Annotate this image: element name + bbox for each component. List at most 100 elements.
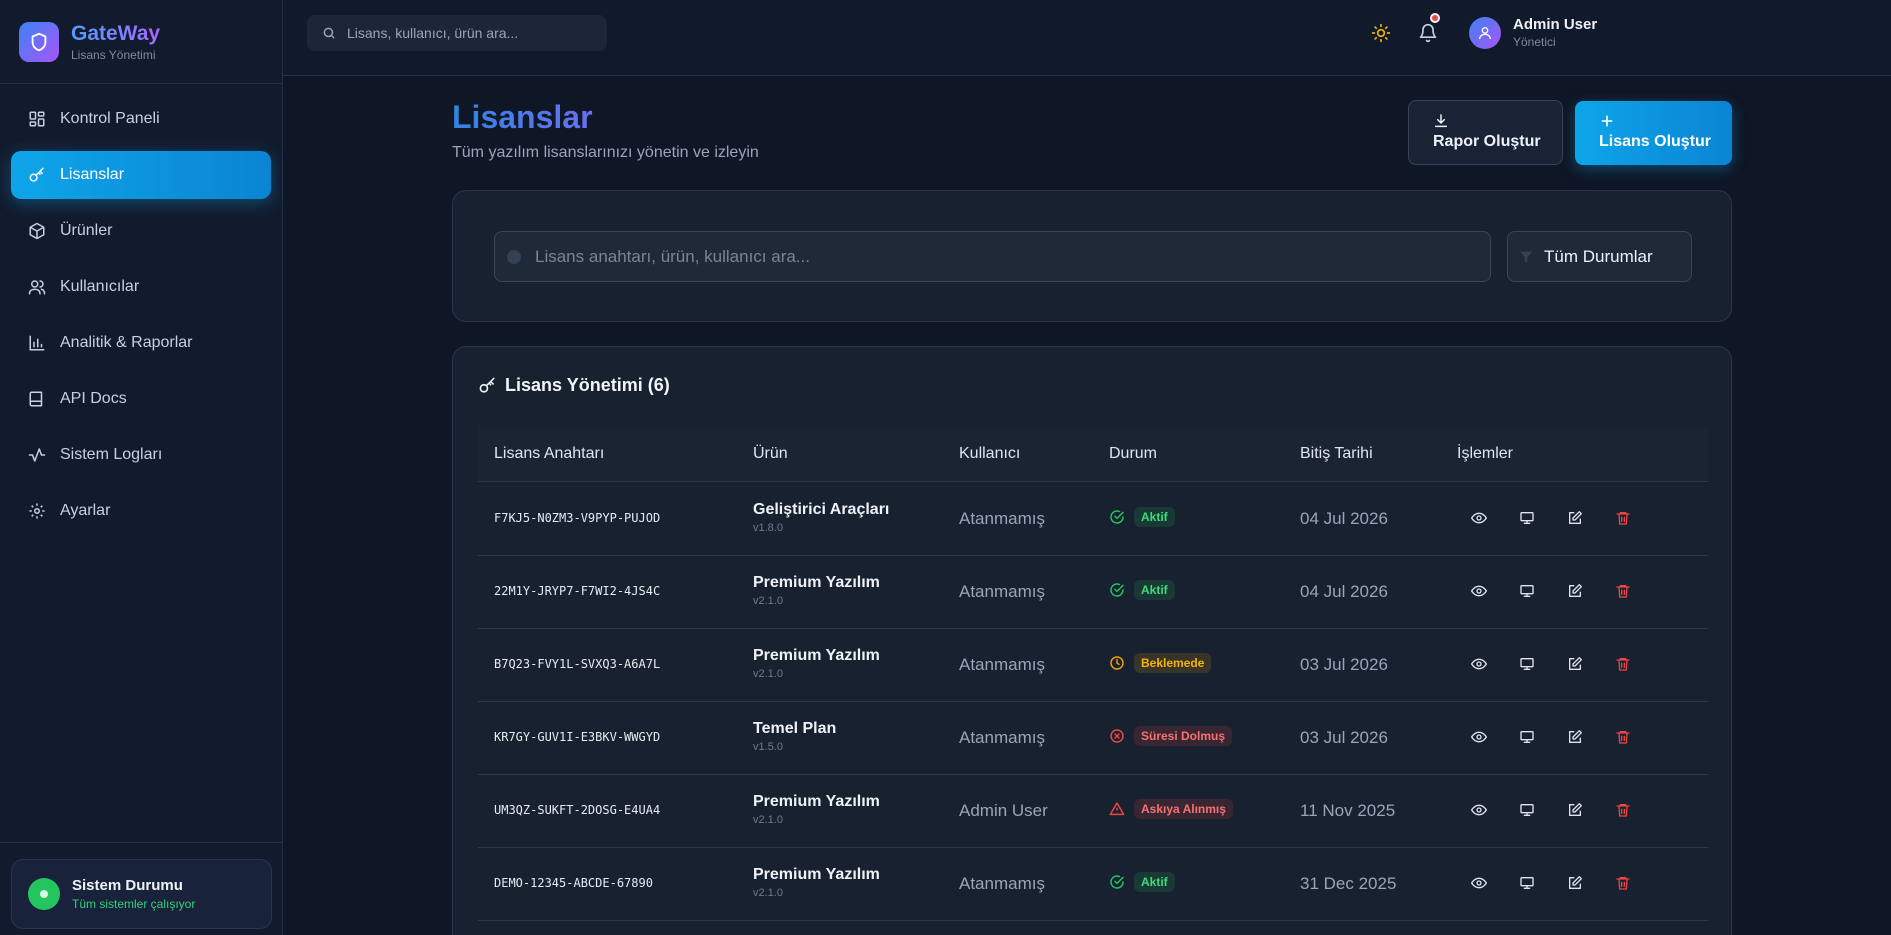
expiry-date: 31 Dec 2025 — [1300, 874, 1397, 893]
expiry-date: 03 Jul 2026 — [1300, 728, 1388, 747]
devices-monitor-icon[interactable] — [1515, 798, 1539, 822]
license-search-input[interactable]: Lisans anahtarı, ürün, kullanıcı ara... — [494, 231, 1491, 282]
table-row[interactable]: 22M1Y-JRYP7-F7WI2-4JS4C Premium Yazılım … — [478, 556, 1708, 629]
view-eye-icon[interactable] — [1467, 725, 1491, 749]
view-eye-icon[interactable] — [1467, 652, 1491, 676]
view-eye-icon[interactable] — [1467, 871, 1491, 895]
edit-pencil-icon[interactable] — [1563, 652, 1587, 676]
page-title: Lisanslar — [452, 99, 593, 135]
key-icon — [27, 166, 46, 185]
row-actions — [1467, 725, 1659, 749]
user-name: Admin User — [1513, 16, 1598, 33]
sidebar-item-label: Ayarlar — [60, 502, 111, 519]
table-row[interactable]: B7Q23-FVY1L-SVXQ3-A6A7L Premium Yazılım … — [478, 629, 1708, 702]
system-status-title: Sistem Durumu — [72, 877, 183, 894]
table-title-text: Lisans Yönetimi (6) — [505, 375, 670, 395]
delete-trash-icon[interactable] — [1611, 798, 1635, 822]
filter-icon — [1518, 249, 1534, 265]
status-badge: Aktif — [1134, 580, 1175, 600]
create-license-button[interactable]: Lisans Oluştur — [1575, 101, 1732, 165]
sidebar-item-analytics[interactable]: Analitik & Raporlar — [11, 319, 271, 367]
sidebar-item-users[interactable]: Kullanıcılar — [11, 263, 271, 311]
product-name: Temel Plan — [753, 720, 837, 737]
user-menu[interactable]: Admin User Yönetici — [1469, 16, 1597, 49]
brand[interactable]: GateWay Lisans Yönetimi — [0, 0, 282, 84]
avatar — [1469, 16, 1501, 49]
row-actions — [1467, 506, 1659, 530]
sidebar-item-licenses[interactable]: Lisanslar — [11, 151, 271, 199]
product-version: v2.1.0 — [753, 814, 783, 826]
page-subtitle: Tüm yazılım lisanslarınızı yönetin ve iz… — [452, 144, 759, 161]
activity-icon — [27, 446, 46, 465]
delete-trash-icon[interactable] — [1611, 652, 1635, 676]
search-icon — [507, 249, 521, 264]
expiry-date: 03 Jul 2026 — [1300, 655, 1388, 674]
sidebar-item-settings[interactable]: Ayarlar — [11, 487, 271, 535]
view-eye-icon[interactable] — [1467, 506, 1491, 530]
delete-trash-icon[interactable] — [1611, 725, 1635, 749]
x-circle-icon — [1109, 728, 1125, 744]
sidebar-item-dashboard[interactable]: Kontrol Paneli — [11, 95, 271, 143]
devices-monitor-icon[interactable] — [1515, 506, 1539, 530]
column-header[interactable]: Durum — [1109, 445, 1157, 463]
table-row[interactable]: KR7GY-GUV1I-E3BKV-WWGYD Temel Plan v1.5.… — [478, 702, 1708, 775]
delete-trash-icon[interactable] — [1611, 506, 1635, 530]
alert-triangle-icon — [1109, 801, 1125, 817]
column-header[interactable]: Lisans Anahtarı — [494, 445, 604, 463]
global-search-input[interactable]: Lisans, kullanıcı, ürün ara... — [307, 15, 607, 51]
product-name: Geliştirici Araçları — [753, 501, 890, 518]
delete-trash-icon[interactable] — [1611, 871, 1635, 895]
column-header: İşlemler — [1457, 445, 1514, 462]
sidebar-item-api-docs[interactable]: API Docs — [11, 375, 271, 423]
product-version: v2.1.0 — [753, 668, 783, 680]
column-header[interactable]: Bitiş Tarihi — [1300, 445, 1373, 463]
sidebar-item-label: Sistem Logları — [60, 446, 163, 463]
product-version: v2.1.0 — [753, 595, 783, 607]
generate-report-button[interactable]: Rapor Oluştur — [1408, 100, 1563, 165]
devices-monitor-icon[interactable] — [1515, 725, 1539, 749]
devices-monitor-icon[interactable] — [1515, 579, 1539, 603]
users-icon — [27, 278, 46, 297]
row-actions — [1467, 579, 1659, 603]
status-filter-select[interactable]: Tüm Durumlar — [1507, 231, 1692, 282]
system-status-subtitle: Tüm sistemler çalışıyor — [72, 897, 196, 911]
product-cell: Premium Yazılım v2.1.0 — [753, 574, 880, 607]
column-header[interactable]: Kullanıcı — [959, 445, 1020, 463]
table-row[interactable]: F7KJ5-N0ZM3-V9PYP-PUJOD Geliştirici Araç… — [478, 483, 1708, 556]
product-cell: Temel Plan v1.5.0 — [753, 720, 836, 753]
product-cell: Premium Yazılım v2.1.0 — [753, 793, 880, 826]
edit-pencil-icon[interactable] — [1563, 506, 1587, 530]
system-status-card: Sistem Durumu Tüm sistemler çalışıyor — [11, 859, 272, 929]
brand-name: GateWay — [71, 21, 161, 45]
table-row[interactable]: DEMO-12345-ABCDE-67890 Premium Yazılım v… — [478, 848, 1708, 921]
edit-pencil-icon[interactable] — [1563, 798, 1587, 822]
edit-pencil-icon[interactable] — [1563, 871, 1587, 895]
sidebar-item-label: Ürünler — [60, 222, 113, 239]
edit-pencil-icon[interactable] — [1563, 579, 1587, 603]
status-badge: Süresi Dolmuş — [1134, 726, 1233, 746]
product-version: v2.1.0 — [753, 887, 783, 899]
product-name: Premium Yazılım — [753, 793, 880, 810]
assigned-user: Atanmamış — [959, 582, 1045, 601]
table-row[interactable]: UM3QZ-SUKFT-2DOSG-E4UA4 Premium Yazılım … — [478, 775, 1708, 848]
devices-monitor-icon[interactable] — [1515, 652, 1539, 676]
table-header: Lisans Anahtarı Ürün Kullanıcı Durum Bit… — [478, 427, 1708, 482]
search-icon — [322, 26, 336, 40]
sidebar-item-system-logs[interactable]: Sistem Logları — [11, 431, 271, 479]
devices-monitor-icon[interactable] — [1515, 871, 1539, 895]
license-key: KR7GY-GUV1I-E3BKV-WWGYD — [494, 730, 661, 744]
theme-toggle-sun-icon[interactable] — [1366, 18, 1396, 48]
view-eye-icon[interactable] — [1467, 579, 1491, 603]
delete-trash-icon[interactable] — [1611, 579, 1635, 603]
notifications-bell-icon[interactable] — [1413, 13, 1443, 48]
view-eye-icon[interactable] — [1467, 798, 1491, 822]
sidebar-item-products[interactable]: Ürünler — [11, 207, 271, 255]
column-header[interactable]: Ürün — [753, 445, 788, 463]
plus-icon — [1599, 113, 1732, 129]
edit-pencil-icon[interactable] — [1563, 725, 1587, 749]
status-cell: Aktif — [1109, 872, 1175, 892]
status-indicator-icon — [28, 878, 60, 910]
assigned-user: Atanmamış — [959, 874, 1045, 893]
sidebar-item-label: API Docs — [60, 390, 127, 407]
check-circle-icon — [1109, 582, 1125, 598]
